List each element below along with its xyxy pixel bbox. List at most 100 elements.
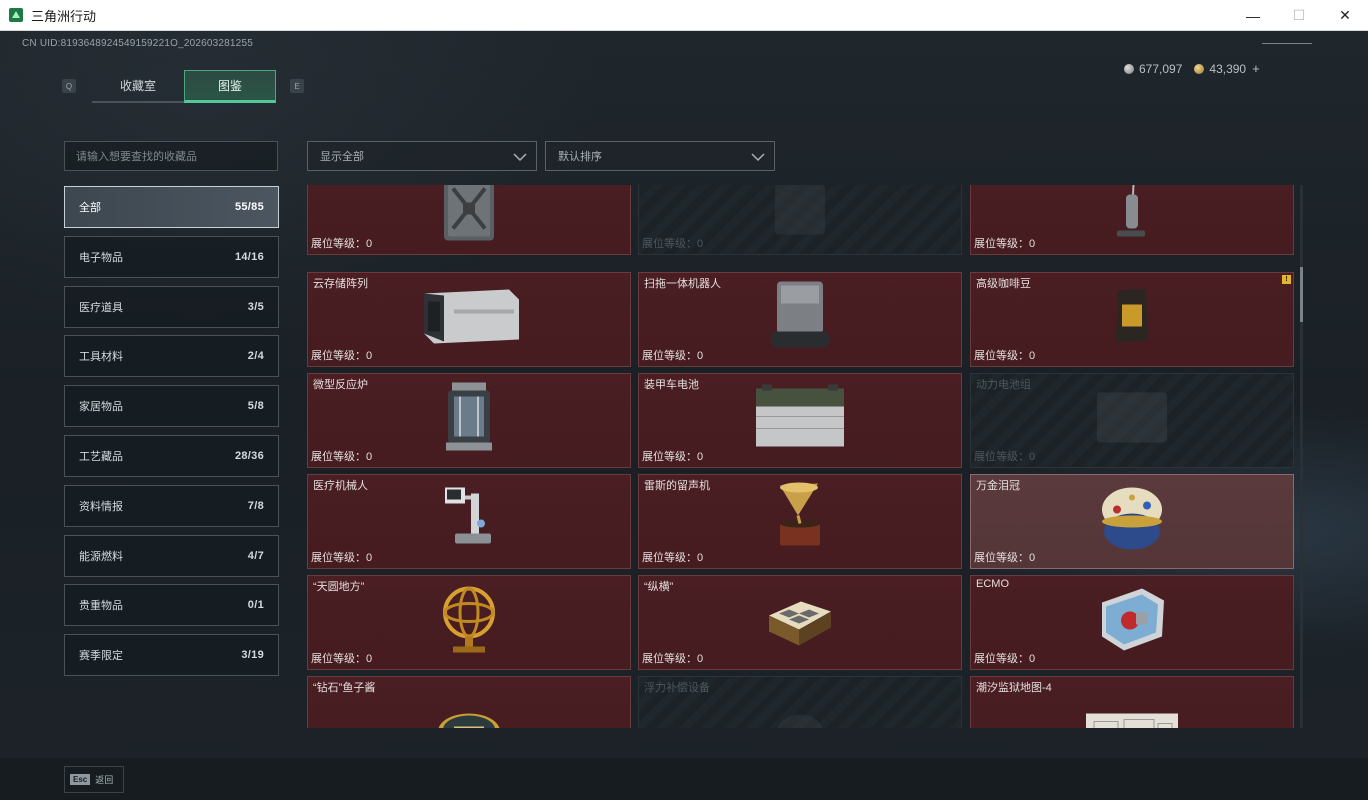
back-button[interactable]: Esc 返回 bbox=[64, 766, 124, 793]
new-item-badge: ! bbox=[1282, 274, 1291, 284]
silver-coin-icon bbox=[1124, 63, 1134, 74]
collection-grid: 展位等级：0 展位等级：0 展位等级：0 云存储阵列 展位等级：0 扫拖一体机器人 展位等级… bbox=[307, 185, 1294, 728]
search-input[interactable]: 请输入想要查找的收藏品 bbox=[64, 141, 278, 171]
window-titlebar: 三角洲行动 — ☐ ✕ bbox=[0, 0, 1368, 31]
category-item[interactable]: 能源燃料 4/7 bbox=[64, 534, 279, 577]
bottom-bar bbox=[0, 758, 1368, 800]
collection-card[interactable]: 云存储阵列展位等级：0 bbox=[307, 271, 631, 367]
category-item[interactable]: 工具材料 2/4 bbox=[64, 335, 279, 378]
booth-level-label: 展位等级：0 bbox=[642, 450, 704, 463]
bcd-icon bbox=[770, 707, 830, 728]
category-label: 电子物品 bbox=[79, 251, 123, 264]
collection-item-name: 扫拖一体机器人 bbox=[644, 277, 721, 290]
battery-icon bbox=[752, 384, 848, 456]
add-currency-button[interactable]: + bbox=[1252, 61, 1260, 76]
booth-level-label: 展位等级：0 bbox=[974, 551, 1036, 564]
category-count: 3/19 bbox=[241, 649, 264, 662]
maximize-button[interactable]: ☐ bbox=[1276, 0, 1322, 31]
ecmo-machine-icon bbox=[1096, 585, 1168, 660]
category-item[interactable]: 资料情报 7/8 bbox=[64, 484, 279, 527]
collection-card[interactable]: 雷斯的留声机 展位等级：0 bbox=[638, 473, 962, 569]
collection-card[interactable]: 展位等级：0 bbox=[970, 185, 1294, 255]
collection-item-name: 万金泪冠 bbox=[976, 479, 1020, 492]
booth-level-label: 展位等级：0 bbox=[974, 349, 1036, 362]
category-item[interactable]: 工艺藏品 28/36 bbox=[64, 434, 279, 477]
category-count: 14/16 bbox=[234, 250, 264, 263]
collection-card[interactable]: 潮汐监狱地图-4 bbox=[970, 675, 1294, 728]
battery-pack-icon bbox=[1092, 388, 1172, 453]
category-label: 工具材料 bbox=[79, 351, 123, 364]
tab-catalog[interactable]: 图鉴 bbox=[184, 69, 276, 103]
window-controls: — ☐ ✕ bbox=[1230, 0, 1368, 31]
collection-card[interactable]: “钻石”鱼子酱 bbox=[307, 675, 631, 728]
coffee-bag-icon bbox=[1112, 287, 1152, 352]
jeweled-egg-icon bbox=[1097, 482, 1167, 561]
collection-item-name: 装甲车电池 bbox=[644, 378, 699, 391]
collection-item-name: 雷斯的留声机 bbox=[644, 479, 710, 492]
collection-card[interactable]: 展位等级：0 bbox=[307, 185, 631, 255]
category-count: 28/36 bbox=[234, 449, 264, 462]
grid-scrollbar-thumb[interactable] bbox=[1300, 267, 1303, 322]
category-label: 资料情报 bbox=[79, 500, 123, 513]
robot-vacuum-dock-icon bbox=[765, 281, 835, 357]
chevron-down-icon bbox=[751, 153, 765, 162]
collection-card[interactable]: 浮力补偿设备 bbox=[638, 675, 962, 728]
display-filter-dropdown[interactable]: 显示全部 bbox=[307, 141, 537, 171]
category-item[interactable]: 贵重物品 0/1 bbox=[64, 584, 279, 627]
collection-item-name: 微型反应炉 bbox=[313, 378, 368, 391]
display-filter-value: 显示全部 bbox=[320, 151, 364, 163]
sort-dropdown[interactable]: 默认排序 bbox=[545, 141, 775, 171]
category-count: 3/5 bbox=[247, 300, 264, 313]
armillary-sphere-icon bbox=[439, 583, 499, 662]
minimize-button[interactable]: — bbox=[1230, 0, 1276, 31]
category-item[interactable]: 赛季限定 3/19 bbox=[64, 634, 279, 677]
category-label: 能源燃料 bbox=[79, 550, 123, 563]
category-label: 医疗道具 bbox=[79, 301, 123, 314]
tab-collection-room[interactable]: 收藏室 bbox=[92, 70, 184, 103]
category-label: 赛季限定 bbox=[79, 650, 123, 663]
floor-washer-icon bbox=[1112, 185, 1152, 249]
collection-card[interactable]: 动力电池组 展位等级：0 bbox=[970, 372, 1294, 468]
gold-coin-icon bbox=[1194, 63, 1205, 74]
game-viewport: CN UID:8193648924549159221O_202603281255… bbox=[0, 31, 1368, 800]
booth-level-label: 展位等级：0 bbox=[642, 238, 704, 250]
category-list: 全部 55/85 电子物品 14/16 医疗道具 3/5 工具材料 2/4 家居物品 5/8 工艺藏… bbox=[64, 186, 279, 684]
collection-card[interactable]: 展位等级：0 bbox=[638, 185, 962, 255]
collection-item-name: 云存储阵列 bbox=[313, 277, 368, 290]
category-item[interactable]: 电子物品 14/16 bbox=[64, 235, 279, 278]
collection-card[interactable]: 装甲车电池展位等级：0 bbox=[638, 372, 962, 468]
booth-level-label: 展位等级：0 bbox=[311, 551, 373, 564]
collection-card[interactable]: “纵横” 展位等级：0 bbox=[638, 574, 962, 670]
category-count: 0/1 bbox=[247, 599, 264, 612]
reactor-icon bbox=[442, 381, 496, 460]
booth-level-label: 展位等级：0 bbox=[311, 349, 373, 362]
jerrycan-icon bbox=[439, 185, 499, 249]
category-item[interactable]: 医疗道具 3/5 bbox=[64, 285, 279, 328]
collection-card[interactable]: ECMO 展位等级：0 bbox=[970, 574, 1294, 670]
prev-tab-key-hint[interactable]: Q bbox=[62, 79, 76, 93]
next-tab-key-hint[interactable]: E bbox=[290, 79, 304, 93]
booth-level-label: 展位等级：0 bbox=[642, 349, 704, 362]
booth-level-label: 展位等级：0 bbox=[642, 652, 704, 665]
machine-icon bbox=[765, 185, 835, 244]
chevron-down-icon bbox=[513, 153, 527, 162]
category-item[interactable]: 全部 55/85 bbox=[64, 186, 279, 228]
esc-key-hint: Esc bbox=[70, 774, 91, 785]
category-item[interactable]: 家居物品 5/8 bbox=[64, 385, 279, 428]
collection-card[interactable]: 万金泪冠展位等级：0 bbox=[970, 473, 1294, 569]
collection-card[interactable]: 扫拖一体机器人 展位等级：0 bbox=[638, 271, 962, 367]
category-count: 2/4 bbox=[247, 350, 264, 363]
category-count: 5/8 bbox=[247, 400, 264, 413]
category-label: 工艺藏品 bbox=[79, 450, 123, 463]
collection-card[interactable]: 微型反应炉 展位等级：0 bbox=[307, 372, 631, 468]
silver-amount: 677,097 bbox=[1139, 61, 1183, 76]
booth-level-label: 展位等级：0 bbox=[311, 652, 373, 665]
collection-item-name: “纵横” bbox=[644, 580, 674, 593]
collection-item-name: 潮汐监狱地图-4 bbox=[976, 681, 1052, 694]
window-title: 三角洲行动 bbox=[31, 9, 97, 25]
collection-card[interactable]: 医疗机械人 展位等级：0 bbox=[307, 473, 631, 569]
booth-level-label: 展位等级：0 bbox=[974, 652, 1036, 665]
collection-card[interactable]: 高级咖啡豆 展位等级：0! bbox=[970, 271, 1294, 367]
collection-card[interactable]: “天圆地方” 展位等级：0 bbox=[307, 574, 631, 670]
close-button[interactable]: ✕ bbox=[1322, 0, 1368, 31]
